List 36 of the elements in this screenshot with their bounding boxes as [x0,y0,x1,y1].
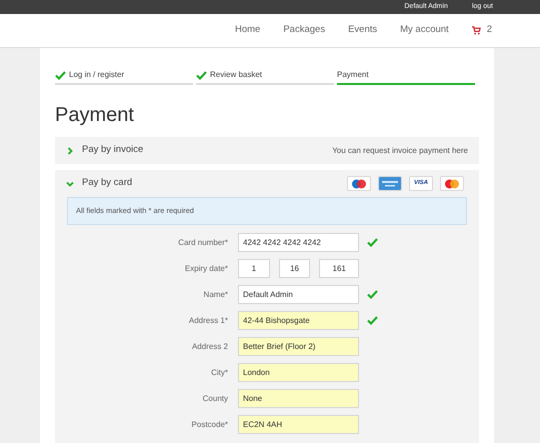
field-label: City* [210,366,229,378]
page-title: Payment [55,103,135,127]
input-field[interactable]: Default Admin [238,285,359,304]
field-label: Address 2 [190,340,229,352]
panel-title: Pay by card [82,176,132,190]
input-field[interactable]: London [238,363,359,382]
check-icon [196,70,207,80]
panel-header[interactable]: Pay by invoice You can request invoice payment here [55,137,479,164]
nav-link[interactable]: Home [235,23,260,38]
input-field[interactable]: 161 [319,259,359,278]
input-field[interactable]: 42-44 Bishopsgate [238,311,359,330]
field-label: Card number* [177,236,229,248]
step-tab[interactable]: Payment [337,69,475,85]
field-label: Postcode* [190,418,229,430]
chevron-down-icon [66,180,74,188]
step-tab[interactable]: Review basket [196,69,334,85]
check-icon [55,70,66,80]
nav-link[interactable]: Packages [283,23,326,38]
chevron-right-icon [66,146,74,154]
input-field[interactable]: 1 [238,259,270,278]
panel-title: Pay by invoice [82,143,144,158]
input-field[interactable]: Better Brief (Floor 2) [238,337,359,356]
input-field[interactable]: 16 [278,259,310,278]
panel-note: You can request invoice payment here [332,144,468,156]
step-tab[interactable]: Log in / register [55,69,193,85]
input-field[interactable]: 4242 4242 4242 4242 [238,233,359,252]
nav-link[interactable]: My account [400,23,449,38]
cart-icon [472,26,481,35]
field-label: Name* [202,288,229,300]
nav-link[interactable]: Events [348,23,378,38]
field-label: Expiry date* [184,262,229,274]
input-field[interactable]: EC2N 4AH [238,415,359,434]
cart-link[interactable]: 2 [472,23,492,38]
input-field[interactable]: None [238,389,359,408]
field-label: County [202,392,229,404]
field-label: Address 1* [188,314,229,326]
